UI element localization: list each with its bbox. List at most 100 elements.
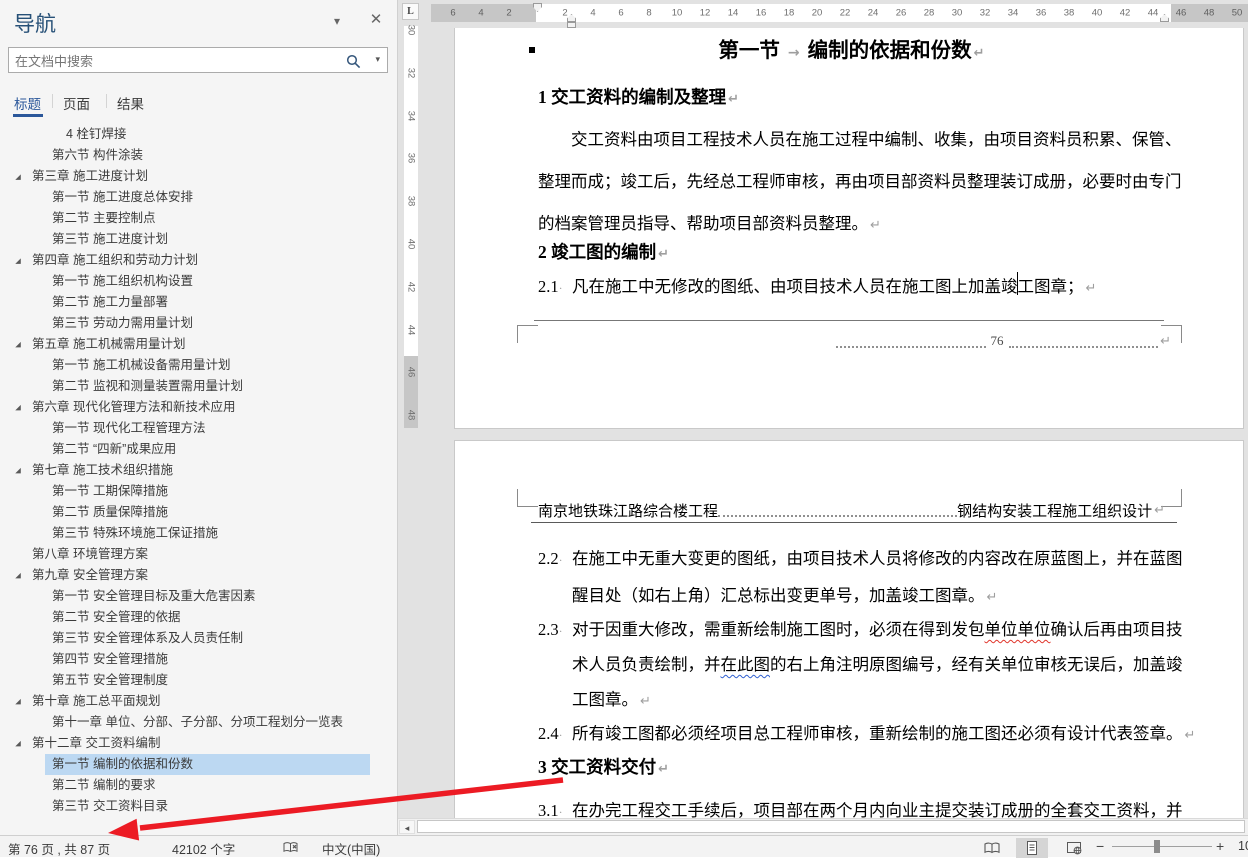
zoom-slider-thumb[interactable]	[1154, 840, 1160, 853]
zoom-out-button[interactable]: −	[1096, 838, 1104, 854]
expand-triangle-icon[interactable]: ◢	[15, 251, 21, 270]
nav-item[interactable]: 第二节 “四新”成果应用	[0, 439, 397, 460]
nav-item-label: 第五章 施工机械需用量计划	[32, 337, 185, 351]
print-layout-button[interactable]	[1016, 838, 1048, 858]
search-box[interactable]: ▾	[8, 47, 388, 73]
nav-item[interactable]: 第一节 编制的依据和份数	[0, 754, 397, 775]
nav-item[interactable]: 第八章 环境管理方案	[0, 544, 397, 565]
document-page-77[interactable]: 南京地铁珠江路综合楼工程 钢结构安装工程施工组织设计 ↵ 2.2·在施工中无重大…	[454, 440, 1244, 820]
headings-tree: 4 栓钉焊接 第六节 构件涂装 ◢ 第三章 施工进度计划 第一节 施工进度总体安…	[0, 124, 397, 836]
horizontal-scrollbar[interactable]: ◂	[398, 818, 1248, 836]
navigation-pane-title: 导航	[14, 8, 56, 38]
nav-item-label: 第一节 施工进度总体安排	[52, 190, 193, 204]
section-title-text: 编制的依据和份数	[808, 40, 972, 62]
nav-item[interactable]: ◢ 第十二章 交工资料编制	[0, 733, 397, 754]
tab-selector-button[interactable]: L	[402, 3, 419, 20]
active-tab-underline	[13, 114, 43, 117]
expand-triangle-icon[interactable]: ◢	[15, 566, 21, 585]
spelling-error-text: 单位单位	[985, 620, 1051, 639]
ruler-number: 28	[924, 8, 935, 19]
nav-item[interactable]: 第十一章 单位、分部、子分部、分项工程划分一览表	[0, 712, 397, 733]
nav-item[interactable]: ◢ 第十章 施工总平面规划	[0, 691, 397, 712]
tab-headings[interactable]: 标题	[14, 93, 41, 113]
nav-item[interactable]: 第一节 施工进度总体安排	[0, 187, 397, 208]
ruler-number: 38	[1064, 8, 1075, 19]
space-mark: ·	[559, 728, 563, 742]
ruler-number: 26	[896, 8, 907, 19]
close-icon[interactable]: ✕	[366, 10, 386, 28]
nav-item[interactable]: 第二节 主要控制点	[0, 208, 397, 229]
list-item-2-3: 2.3·对于因重大修改，需重新绘制施工图时，必须在得到发包单位单位确认后再由项目…	[538, 618, 1183, 643]
nav-item[interactable]: 第四节 安全管理措施	[0, 649, 397, 670]
heading-bullet	[529, 47, 535, 53]
expand-triangle-icon[interactable]: ◢	[15, 734, 21, 753]
nav-item[interactable]: 第二节 施工力量部署	[0, 292, 397, 313]
document-page-76[interactable]: 第一节→编制的依据和份数↵ 1 交工资料的编制及整理↵ 交工资料由项目工程技术人…	[454, 28, 1244, 429]
nav-item[interactable]: ◢ 第六章 现代化管理方法和新技术应用	[0, 397, 397, 418]
nav-item-label: 第四节 安全管理措施	[52, 652, 168, 666]
nav-item[interactable]: 第三节 安全管理体系及人员责任制	[0, 628, 397, 649]
nav-item[interactable]: 第一节 施工机械设备需用量计划	[0, 355, 397, 376]
expand-triangle-icon[interactable]: ◢	[15, 461, 21, 480]
nav-item[interactable]: 第五节 安全管理制度	[0, 670, 397, 691]
nav-item[interactable]: 第二节 监视和测量装置需用量计划	[0, 376, 397, 397]
nav-item-label: 第十二章 交工资料编制	[32, 736, 160, 750]
header-left-text: 南京地铁珠江路综合楼工程	[538, 500, 718, 521]
search-input[interactable]	[13, 49, 317, 73]
web-layout-button[interactable]	[1058, 838, 1090, 858]
pilcrow-mark: ↵	[640, 694, 651, 709]
ruler-number: 14	[728, 8, 739, 19]
word-count[interactable]: 42102 个字	[172, 839, 235, 858]
pilcrow-mark: ↵	[728, 92, 739, 107]
nav-item-label: 第一节 施工机械设备需用量计划	[52, 358, 230, 372]
tab-pages[interactable]: 页面	[63, 93, 90, 113]
expand-triangle-icon[interactable]: ◢	[15, 692, 21, 711]
expand-triangle-icon[interactable]: ◢	[15, 398, 21, 417]
nav-item-label: 第六节 构件涂装	[52, 148, 143, 162]
horizontal-ruler[interactable]: 642 246810121416182022242628303234363840…	[431, 4, 1248, 22]
zoom-slider-track[interactable]	[1112, 846, 1212, 847]
nav-item[interactable]: ◢ 第四章 施工组织和劳动力计划	[0, 250, 397, 271]
nav-item[interactable]: 第三节 交工资料目录	[0, 796, 397, 817]
ruler-number: 42	[1120, 8, 1131, 19]
nav-item[interactable]: 第三节 劳动力需用量计划	[0, 313, 397, 334]
nav-item[interactable]: ◢ 第七章 施工技术组织措施	[0, 460, 397, 481]
dot-leader	[1009, 335, 1159, 348]
nav-item[interactable]: 第一节 现代化工程管理方法	[0, 418, 397, 439]
nav-item[interactable]: 第一节 工期保障措施	[0, 481, 397, 502]
ruler-number: 50	[1232, 8, 1243, 19]
nav-item[interactable]: 第二节 编制的要求	[0, 775, 397, 796]
nav-item[interactable]: 第二节 安全管理的依据	[0, 607, 397, 628]
vertical-ruler[interactable]: 30323436384042444648	[404, 26, 418, 428]
page-indicator[interactable]: 第 76 页 , 共 87 页	[8, 839, 110, 858]
read-mode-button[interactable]	[976, 838, 1008, 858]
word-window: 导航 ▾ ✕ ▾ 标题 页面 结果 4 栓钉焊接 第六节 构件涂装	[0, 0, 1248, 857]
ruler-number: 10	[672, 8, 683, 19]
expand-triangle-icon[interactable]: ◢	[15, 167, 21, 186]
space-mark: ·	[559, 624, 563, 638]
nav-item[interactable]: ◢ 第九章 安全管理方案	[0, 565, 397, 586]
nav-item[interactable]: 第一节 施工组织机构设置	[0, 271, 397, 292]
status-bar: 第 76 页 , 共 87 页 42102 个字 中文(中国)	[0, 835, 1248, 857]
zoom-percentage[interactable]: 100%	[1238, 839, 1248, 853]
nav-item[interactable]: ◢ 第五章 施工机械需用量计划	[0, 334, 397, 355]
list-item-2-3-line-3: 工图章。↵	[572, 688, 651, 714]
zoom-in-button[interactable]: +	[1216, 838, 1224, 854]
nav-item-label: 第六章 现代化管理方法和新技术应用	[32, 400, 235, 414]
nav-item[interactable]: 第三节 施工进度计划	[0, 229, 397, 250]
search-icon[interactable]	[346, 53, 361, 71]
horizontal-scrollbar-thumb[interactable]	[417, 820, 1245, 833]
nav-item[interactable]: 第六节 构件涂装	[0, 145, 397, 166]
expand-triangle-icon[interactable]: ◢	[15, 335, 21, 354]
nav-item[interactable]: 第三节 特殊环境施工保证措施	[0, 523, 397, 544]
tab-results[interactable]: 结果	[117, 93, 144, 113]
scroll-left-icon[interactable]: ◂	[399, 820, 415, 834]
nav-item[interactable]: 4 栓钉焊接	[0, 124, 397, 145]
language-indicator[interactable]: 中文(中国)	[322, 839, 380, 858]
search-options-caret-icon[interactable]: ▾	[375, 54, 380, 65]
nav-item[interactable]: ◢ 第三章 施工进度计划	[0, 166, 397, 187]
nav-item[interactable]: 第一节 安全管理目标及重大危害因素	[0, 586, 397, 607]
proofing-errors-icon[interactable]	[283, 840, 299, 854]
nav-item[interactable]: 第二节 质量保障措施	[0, 502, 397, 523]
chevron-down-icon[interactable]: ▾	[328, 14, 346, 28]
